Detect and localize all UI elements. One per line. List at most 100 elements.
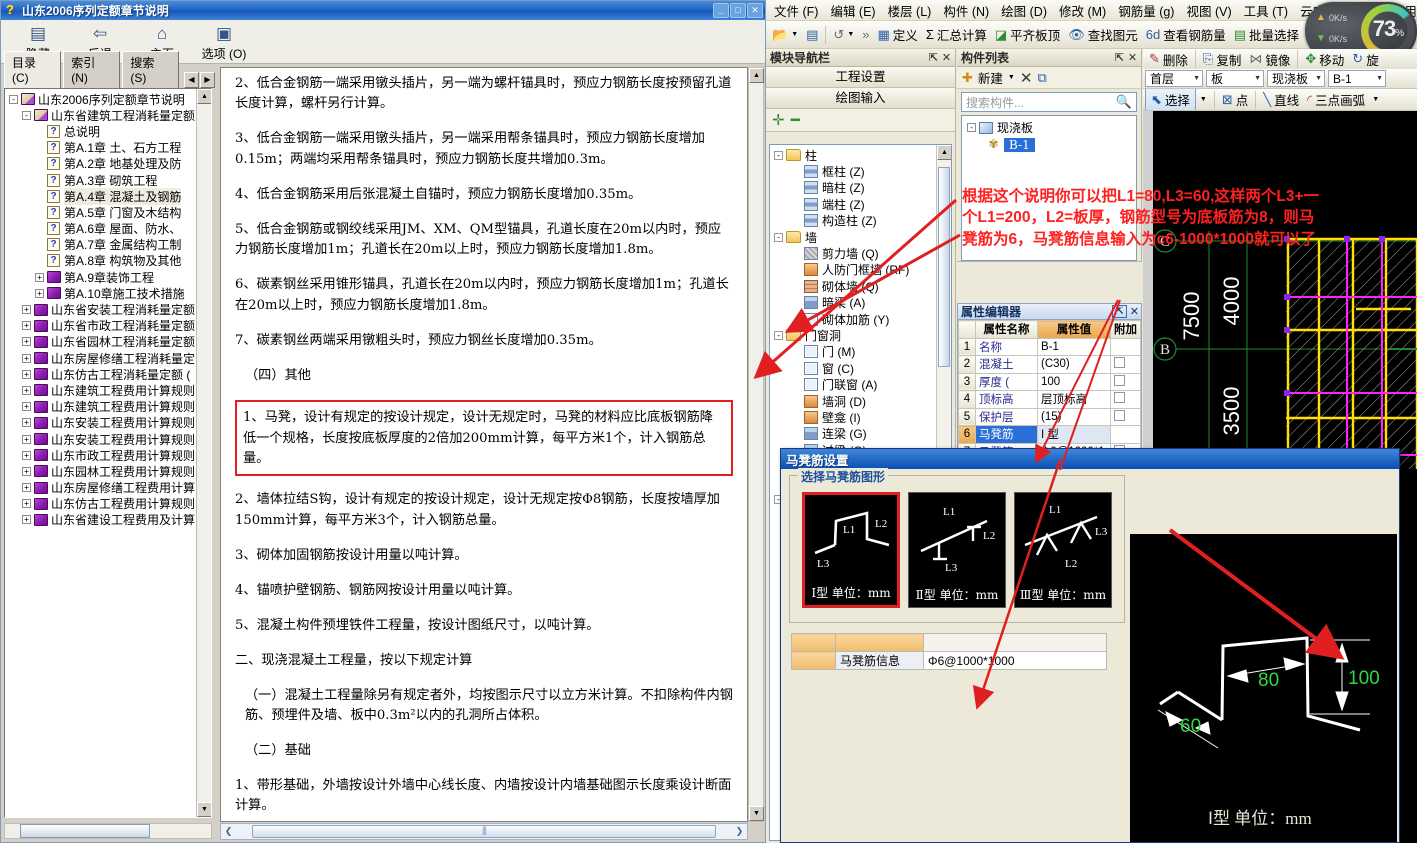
checkbox[interactable]	[1114, 409, 1125, 421]
help-tree-item[interactable]: + 山东安装工程费用计算规则	[7, 415, 211, 431]
menu-item[interactable]: 绘图 (D)	[995, 0, 1053, 20]
component-search[interactable]: 搜索构件... 🔍	[961, 92, 1137, 112]
scroll-down-icon[interactable]: ▼	[197, 802, 211, 817]
expand-icon[interactable]: +	[22, 402, 31, 412]
expand-icon[interactable]: +	[22, 321, 31, 331]
property-attach-cell[interactable]	[1110, 390, 1141, 409]
help-tree-item[interactable]: + 第A.9章装饰工程	[7, 269, 211, 285]
mirror-button[interactable]: ⋈ 镜像	[1245, 49, 1294, 69]
help-tree-item[interactable]: + 山东房屋修缮工程费用计算	[7, 480, 211, 496]
help-tree-item[interactable]: ? 第A.5章 门窗及木结构	[7, 204, 211, 220]
new-component-label[interactable]: 新建	[978, 68, 1003, 87]
property-attach-cell[interactable]	[1110, 372, 1141, 391]
property-attach-cell[interactable]	[1110, 337, 1141, 356]
expand-icon[interactable]: +	[22, 385, 31, 395]
property-value-cell[interactable]: (C30)	[1037, 355, 1111, 374]
arc-tool-button[interactable]: ◜ 三点画弧	[1303, 89, 1369, 110]
delete-button[interactable]: ✎ 删除	[1145, 49, 1192, 69]
save-button[interactable]: ▤	[802, 26, 822, 44]
expand-icon[interactable]: +	[22, 434, 31, 444]
nav-tree-item[interactable]: 砌体墙 (Q)	[772, 278, 951, 294]
undo-button[interactable]: ↺ ▼	[829, 26, 858, 44]
select-tool-button[interactable]: ⬉ 选择	[1145, 89, 1196, 110]
help-tree-item[interactable]: + 山东仿古工程费用计算规则	[7, 496, 211, 512]
nav-expand-collapse-bar[interactable]: ✛ ━	[766, 109, 955, 132]
menu-item[interactable]: 钢筋量 (g)	[1112, 0, 1180, 20]
property-row[interactable]: 1 名称 B-1	[958, 337, 1141, 356]
nav-tree-item[interactable]: -墙	[772, 229, 951, 245]
menu-item[interactable]: 修改 (M)	[1053, 0, 1112, 20]
tab-scroll-arrows[interactable]: ◀ ▶	[183, 72, 215, 88]
collapse-icon[interactable]: -	[774, 330, 783, 340]
menu-item[interactable]: 工具 (T)	[1238, 0, 1294, 20]
property-row[interactable]: 3 厚度 (100	[958, 372, 1141, 391]
expand-icon[interactable]: +	[22, 353, 31, 363]
line-tool-button[interactable]: ╲ 直线	[1259, 89, 1303, 110]
nav-tree-item[interactable]: 框柱 (Z)	[772, 163, 951, 179]
doc-scroll-right-icon[interactable]: ❯	[732, 826, 747, 837]
collapse-icon[interactable]: -	[9, 94, 18, 104]
close-icon[interactable]: ✕	[940, 51, 953, 64]
doc-hscrollbar[interactable]: ❮ ❯	[220, 823, 748, 840]
rebar-info-table[interactable]: 马凳筋信息 Φ6@1000*1000	[791, 633, 1107, 670]
help-tree-item[interactable]: - 山东省建筑工程消耗量定额	[7, 107, 211, 123]
help-tree-item[interactable]: + 山东仿古工程消耗量定额 (	[7, 366, 211, 382]
list-item[interactable]: - 现浇板	[965, 119, 1136, 136]
copy-button[interactable]: ⎘ 复制	[1199, 49, 1245, 69]
property-row[interactable]: 6 马凳筋 I 型	[958, 425, 1141, 444]
help-tree-hscrollbar[interactable]	[4, 823, 212, 839]
expand-icon[interactable]: +	[22, 418, 31, 428]
nav-tree-item[interactable]: 人防门框墙 (RF)	[772, 262, 951, 278]
component-toolbar[interactable]: ✚ 新建 ▼ ✕ ⧉	[957, 67, 1141, 89]
menu-item[interactable]: 文件 (F)	[768, 0, 824, 20]
tab-scroll-left-icon[interactable]: ◀	[184, 72, 199, 88]
nav-tree-item[interactable]: 连梁 (G)	[772, 426, 951, 442]
undo-dropdown-icon[interactable]: ▼	[847, 31, 854, 38]
expand-icon[interactable]: +	[22, 369, 31, 379]
collapse-icon[interactable]: -	[774, 150, 783, 160]
drawing-input-button[interactable]: 绘图输入	[766, 88, 955, 109]
move-button[interactable]: ✥ 移动	[1301, 49, 1348, 69]
expand-all-icon[interactable]: ✛	[772, 111, 785, 129]
expand-icon[interactable]: +	[22, 305, 31, 315]
help-tree-item[interactable]: + 山东省建设工程费用及计算	[7, 512, 211, 528]
property-value-cell[interactable]: 100	[1037, 372, 1111, 391]
shape-option-3[interactable]: L1 L2 L3 Ⅲ型 单位：mm	[1014, 492, 1112, 608]
property-attach-cell[interactable]	[1110, 425, 1141, 444]
menu-item[interactable]: 构件 (N)	[937, 0, 995, 20]
collapse-all-icon[interactable]: ━	[791, 111, 800, 129]
align-slab-top-button[interactable]: ◪ 平齐板顶	[991, 24, 1064, 45]
help-tree-vscrollbar[interactable]: ▲ ▼	[196, 89, 211, 817]
help-tree-item[interactable]: - 山东2006序列定额章节说明	[7, 91, 211, 107]
help-tree-item[interactable]: + 山东市政工程费用计算规则	[7, 447, 211, 463]
nav-tree-item[interactable]: 暗柱 (Z)	[772, 180, 951, 196]
more-commands-button[interactable]: »	[858, 26, 873, 43]
view-rebar-button[interactable]: 6d 查看钢筋量	[1142, 24, 1230, 45]
help-tree-item[interactable]: + 山东省安装工程消耗量定额	[7, 301, 211, 317]
rotate-button[interactable]: ↻ 旋	[1348, 49, 1382, 69]
open-button[interactable]: 📂 ▼	[768, 26, 802, 44]
property-attach-cell[interactable]	[1110, 407, 1141, 426]
help-document[interactable]: 2、低合金钢筋一端采用镦头插片，另一端为螺杆锚具时，预应力钢筋长度按预留孔道长度…	[220, 67, 748, 822]
search-input[interactable]: 搜索构件...	[966, 94, 1116, 111]
shape-option-1[interactable]: L3 L1 L2 Ⅰ型 单位：mm	[802, 492, 900, 608]
doc-scroll-up-icon[interactable]: ▲	[749, 68, 764, 83]
help-tree-item[interactable]: + 山东园林工程费用计算规则	[7, 463, 211, 479]
nav-tree-item[interactable]: -柱	[772, 147, 951, 163]
floor-selector[interactable]: 首层 ▼	[1145, 70, 1203, 87]
help-tree-item[interactable]: + 山东房屋修缮工程消耗量定	[7, 350, 211, 366]
list-item[interactable]: ✾ B-1	[965, 136, 1136, 153]
expand-icon[interactable]: +	[35, 288, 44, 298]
chevron-down-icon[interactable]: ▼	[1315, 75, 1322, 82]
nav-tree-item[interactable]: 门 (M)	[772, 344, 951, 360]
expand-icon[interactable]: +	[22, 483, 31, 493]
type-selector[interactable]: 现浇板 ▼	[1267, 70, 1325, 87]
nav-tree-item[interactable]: 门联窗 (A)	[772, 376, 951, 392]
menu-item[interactable]: 楼层 (L)	[882, 0, 938, 20]
help-tree-item[interactable]: ? 第A.4章 混凝土及钢筋	[7, 187, 211, 205]
checkbox[interactable]	[1114, 357, 1125, 369]
nav-tree-item[interactable]: 墙洞 (D)	[772, 393, 951, 409]
nav-tree-item[interactable]: 窗 (C)	[772, 360, 951, 376]
help-tree-item[interactable]: + 山东省园林工程消耗量定额	[7, 334, 211, 350]
help-tree-item[interactable]: + 山东建筑工程费用计算规则	[7, 382, 211, 398]
